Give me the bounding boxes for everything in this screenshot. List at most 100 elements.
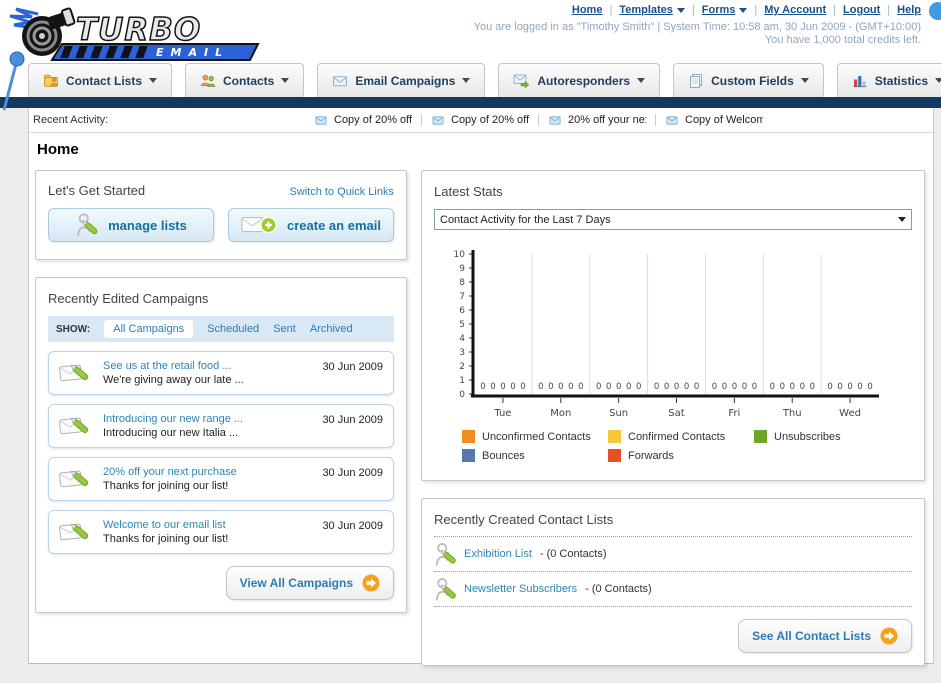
create-email-button[interactable]: create an email [228,208,394,242]
svg-text:0: 0 [867,382,872,392]
logo-graphic: TURBO EMAIL [9,7,260,61]
svg-text:Fri: Fri [728,408,740,419]
campaign-row[interactable]: See us at the retail food ... We're givi… [48,351,394,395]
contact-list-row: Exhibition List - (0 Contacts) [434,537,912,572]
svg-text:0: 0 [780,382,785,392]
campaign-link[interactable]: See us at the retail food ... [103,360,312,372]
svg-text:0: 0 [770,382,775,392]
envelope-icon [549,115,561,125]
top-link-templates[interactable]: Templates [619,4,685,16]
svg-text:1: 1 [459,376,465,386]
campaign-date: 30 Jun 2009 [322,414,383,426]
svg-text:0: 0 [790,382,795,392]
filter-all-campaigns[interactable]: All Campaigns [104,320,194,338]
top-link-help[interactable]: Help [897,4,921,16]
svg-text:6: 6 [459,306,465,316]
legend-item: Unconfirmed Contacts [462,430,608,443]
contact-list-link[interactable]: Exhibition List [464,548,532,560]
bar-chart-icon [853,76,867,88]
svg-text:0: 0 [752,382,757,392]
person-pencil-icon [435,542,456,566]
recent-activity-item[interactable]: Copy of 20% off yo [422,114,539,126]
tab-contacts[interactable]: Contacts [185,63,305,97]
legend-swatch-icon [462,449,475,462]
separator: | [609,4,613,16]
envelope-plus-icon [241,216,277,234]
svg-text:0: 0 [548,382,553,392]
contact-list-link[interactable]: Newsletter Subscribers [464,583,577,595]
manage-lists-label: manage lists [108,217,187,233]
recent-activity-label: Recent Activity: [33,114,109,126]
tab-contact-lists[interactable]: Contact Lists [28,63,173,97]
svg-text:0: 0 [568,382,573,392]
legend-swatch-icon [608,430,621,443]
svg-text:0: 0 [500,382,505,392]
svg-text:0: 0 [490,382,495,392]
svg-text:Mon: Mon [550,408,571,419]
campaign-link[interactable]: 20% off your next purchase [103,466,312,478]
filter-archived[interactable]: Archived [310,323,353,335]
top-link-my-account[interactable]: My Account [764,4,826,16]
tab-custom-fields[interactable]: Custom Fields [673,63,824,97]
svg-text:10: 10 [454,250,466,260]
svg-text:Sun: Sun [609,408,628,419]
campaign-link[interactable]: Introducing our new range ... [103,413,312,425]
campaign-row[interactable]: Welcome to our email list Thanks for joi… [48,510,394,554]
separator: | [887,4,891,16]
people-icon [200,74,216,87]
campaign-subtitle: Thanks for joining our list! [103,480,229,492]
see-all-contact-lists-button[interactable]: See All Contact Lists [738,619,912,653]
manage-lists-button[interactable]: manage lists [48,208,214,242]
tab-autoresponders[interactable]: Autoresponders [498,63,661,97]
contact-lists-title: Recently Created Contact Lists [434,512,614,527]
campaign-row[interactable]: Introducing our new range ... Introducin… [48,404,394,448]
svg-text:0: 0 [510,382,515,392]
turbo-email-logo[interactable]: TURBO EMAIL [4,4,266,67]
separator: | [754,4,758,16]
contact-list-count: - (0 Contacts) [539,548,607,560]
legend-item: Unsubscribes [754,430,900,443]
tab-label: Contact Lists [66,73,143,88]
svg-text:9: 9 [459,264,465,274]
svg-text:0: 0 [606,382,611,392]
view-all-campaigns-button[interactable]: View All Campaigns [225,566,394,600]
envelope-pencil-icon [59,523,89,541]
envelope-icon [432,115,444,125]
top-link-home[interactable]: Home [572,4,603,16]
legend-item: Forwards [608,449,754,462]
svg-text:0: 0 [684,382,689,392]
svg-text:0: 0 [837,382,842,392]
campaign-date: 30 Jun 2009 [322,361,383,373]
filter-sent[interactable]: Sent [273,323,296,335]
chevron-down-icon [935,78,941,83]
legend-label: Confirmed Contacts [628,430,726,443]
svg-text:3: 3 [459,348,465,358]
recent-activity-item[interactable]: Copy of 20% off yo [305,114,422,126]
legend-label: Forwards [628,449,674,462]
recent-activity-item[interactable]: Copy of Welcome to [656,114,772,126]
top-link-logout[interactable]: Logout [843,4,880,16]
recent-activity-item[interactable]: 20% off your next p [539,114,656,126]
tab-statistics[interactable]: Statistics [836,63,941,97]
chart-legend: Unconfirmed Contacts Confirmed Contacts Un… [462,430,902,468]
top-link-forms[interactable]: Forms [702,4,748,16]
chevron-down-icon [149,78,158,83]
campaign-subtitle: Thanks for joining our list! [103,533,229,545]
get-started-title: Let's Get Started [48,183,146,198]
tab-label: Statistics [874,73,929,88]
switch-quick-links[interactable]: Switch to Quick Links [289,186,394,198]
svg-text:0: 0 [616,382,621,392]
filter-scheduled[interactable]: Scheduled [207,323,259,335]
view-all-campaigns-label: View All Campaigns [239,576,353,590]
svg-text:2: 2 [459,362,465,372]
svg-text:0: 0 [810,382,815,392]
svg-text:Sat: Sat [668,408,684,419]
tab-label: Email Campaigns [355,73,456,88]
envelope-icon [666,115,678,125]
logo-title: TURBO [76,12,201,48]
campaign-link[interactable]: Welcome to our email list [103,519,312,531]
stats-period-select[interactable]: Contact Activity for the Last 7 Days [434,209,912,230]
svg-text:0: 0 [459,390,465,400]
tab-email-campaigns[interactable]: Email Campaigns [317,63,486,97]
campaign-row[interactable]: 20% off your next purchase Thanks for jo… [48,457,394,501]
